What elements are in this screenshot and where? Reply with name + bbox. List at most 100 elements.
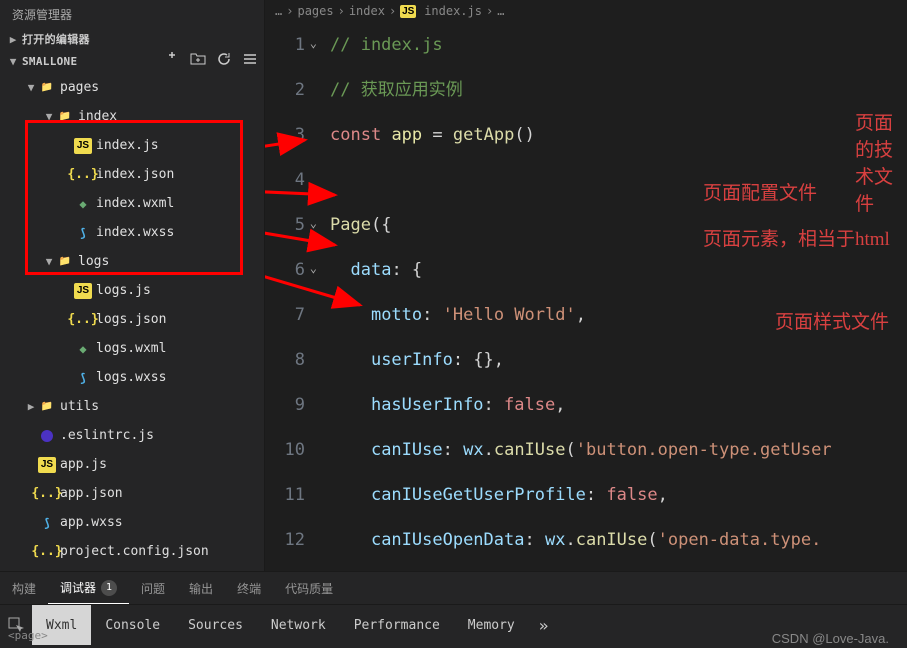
file-logs.wxml[interactable]: ◆ logs.wxml [4, 334, 264, 363]
new-file-icon[interactable] [164, 51, 180, 71]
code-line[interactable]: // index.js [330, 32, 907, 77]
collapse-all-icon[interactable] [242, 51, 258, 71]
json-file-icon: {..} [38, 486, 56, 502]
code-line[interactable]: canIUseGetUserProfile: false, [330, 482, 907, 527]
code-editor[interactable]: 1⌄2345⌄6⌄789101112 // index.js// 获取应用实例c… [265, 22, 907, 571]
tree-item-label: logs.js [96, 283, 151, 298]
fold-icon[interactable]: ⌄ [310, 214, 317, 233]
tree-item-label: logs.json [96, 312, 166, 327]
code-content[interactable]: // index.js// 获取应用实例const app = getApp()… [315, 22, 907, 571]
tree-item-label: logs.wxml [96, 341, 166, 356]
folder-icon: 📁 [56, 109, 74, 125]
panel-tab-label: 构建 [12, 580, 36, 597]
code-line[interactable]: canIUse: wx.canIUse('button.open-type.ge… [330, 437, 907, 482]
tree-item-label: utils [60, 399, 99, 414]
json-file-icon: {..} [38, 544, 56, 560]
tree-item-label: logs [78, 254, 109, 269]
folder-index[interactable]: ▼📁 index [4, 102, 264, 131]
chevron-right-icon: › [338, 4, 345, 18]
file-logs.wxss[interactable]: ⟆logs.wxss [4, 363, 264, 392]
folder-pages[interactable]: ▼📁 pages [4, 73, 264, 102]
panel-tab-构建[interactable]: 构建 [0, 572, 48, 604]
wxss-file-icon: ⟆ [74, 225, 92, 241]
breadcrumb[interactable]: … › pages › index › JS index.js › … [265, 0, 907, 22]
project-label: SMALLONE [22, 55, 164, 68]
file-app.wxss[interactable]: ⟆ app.wxss [4, 508, 264, 537]
chevron-right-icon: ▶ [6, 33, 20, 46]
tree-item-label: index [78, 109, 117, 124]
panel-tab-调试器[interactable]: 调试器1 [48, 572, 129, 604]
code-line[interactable]: hasUserInfo: false, [330, 392, 907, 437]
file-index.wxss[interactable]: ⟆ index.wxss [4, 218, 264, 247]
json-file-icon: {..} [74, 167, 92, 183]
code-line[interactable]: // 获取应用实例 [330, 77, 907, 122]
panel-tab-代码质量[interactable]: 代码质量 [273, 572, 345, 604]
chevron-right-icon: ▶ [24, 400, 38, 413]
tree-item-label: index.js [96, 138, 159, 153]
panel-tab-label: 终端 [237, 580, 261, 597]
panel-tab-label: 问题 [141, 580, 165, 597]
js-file-icon: JS [74, 283, 92, 299]
panel-tab-label: 调试器 [60, 579, 96, 596]
explorer-title: 资源管理器 [0, 0, 264, 29]
code-line[interactable]: motto: 'Hello World', [330, 302, 907, 347]
file-tree: ▼📁pages▼📁indexJSindex.js{..}index.json◆i… [0, 73, 264, 571]
fold-icon[interactable]: ⌄ [310, 34, 317, 53]
file-logs.json[interactable]: {..}logs.json [4, 305, 264, 334]
file-project.private.config.js...[interactable]: {..}project.private.config.js... [4, 566, 264, 571]
file-logs.js[interactable]: JS logs.js [4, 276, 264, 305]
file-index.json[interactable]: {..} index.json [4, 160, 264, 189]
js-file-icon: JS [400, 5, 416, 18]
chevron-down-icon: ▼ [42, 110, 56, 123]
wxss-file-icon: ⟆ [38, 515, 56, 531]
breadcrumb-part[interactable]: index.js [424, 4, 482, 18]
panel-tab-问题[interactable]: 问题 [129, 572, 177, 604]
code-line[interactable] [330, 167, 907, 212]
project-header[interactable]: ▼ SMALLONE [0, 49, 264, 73]
watermark-text: CSDN @Love-Java. [772, 631, 889, 646]
tree-item-label: project.config.json [60, 544, 209, 559]
tree-item-label: logs.wxss [96, 370, 166, 385]
js-file-icon: JS [74, 138, 92, 154]
tree-item-label: index.wxss [96, 225, 174, 240]
breadcrumb-part[interactable]: index [349, 4, 385, 18]
tree-item-label: pages [60, 80, 99, 95]
file-index.wxml[interactable]: ◆index.wxml [4, 189, 264, 218]
js-file-icon: JS [38, 457, 56, 473]
code-line[interactable]: const app = getApp() [330, 122, 907, 167]
file-app.js[interactable]: JSapp.js [4, 450, 264, 479]
line-number-gutter: 1⌄2345⌄6⌄789101112 [265, 22, 315, 571]
open-editors-header[interactable]: ▶ 打开的编辑器 [0, 29, 264, 49]
file-.eslintrc.js[interactable]: .eslintrc.js [4, 421, 264, 450]
file-app.json[interactable]: {..}app.json [4, 479, 264, 508]
wxml-file-icon: ◆ [74, 341, 92, 357]
file-index.js[interactable]: JS index.js [4, 131, 264, 160]
chevron-right-icon: › [286, 4, 293, 18]
folder-icon: 📁 [38, 80, 56, 96]
chevron-right-icon: › [486, 4, 493, 18]
folder-utils[interactable]: ▶📁utils [4, 392, 264, 421]
code-line[interactable]: userInfo: {}, [330, 347, 907, 392]
tree-item-label: app.wxss [60, 515, 123, 530]
code-line[interactable]: Page({ [330, 212, 907, 257]
tree-item-label: index.json [96, 167, 174, 182]
chevron-right-icon: › [389, 4, 396, 18]
folder-icon: 📁 [56, 254, 74, 270]
code-line[interactable]: data: { [330, 257, 907, 302]
wxml-file-icon: ◆ [74, 196, 92, 212]
open-editors-label: 打开的编辑器 [22, 31, 258, 47]
breadcrumb-more: … [497, 4, 504, 18]
chevron-down-icon: ▼ [24, 81, 38, 94]
eslint-icon [38, 428, 56, 444]
new-folder-icon[interactable] [190, 51, 206, 71]
panel-tab-label: 输出 [189, 580, 213, 597]
fold-icon[interactable]: ⌄ [310, 259, 317, 278]
code-line[interactable]: canIUseOpenData: wx.canIUse('open-data.t… [330, 527, 907, 571]
breadcrumb-part[interactable]: pages [297, 4, 333, 18]
panel-tab-输出[interactable]: 输出 [177, 572, 225, 604]
file-project.config.json[interactable]: {..} project.config.json [4, 537, 264, 566]
panel-tab-终端[interactable]: 终端 [225, 572, 273, 604]
folder-logs[interactable]: ▼📁logs [4, 247, 264, 276]
refresh-icon[interactable] [216, 51, 232, 71]
editor-area: … › pages › index › JS index.js › … 1⌄23… [265, 0, 907, 571]
